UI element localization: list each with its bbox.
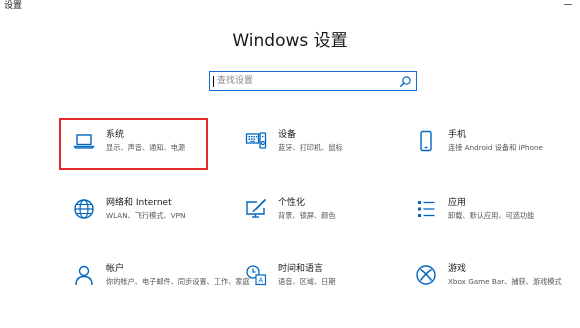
globe-icon xyxy=(74,199,94,219)
tile-title: 个性化 xyxy=(278,198,306,208)
person-icon xyxy=(75,265,93,286)
tile-gaming[interactable]: 游戏 Xbox Game Bar、捕获、游戏模式 xyxy=(403,254,562,302)
text-caret xyxy=(213,76,214,87)
tile-description: 语音、区域、日期 xyxy=(278,277,336,286)
search-box[interactable] xyxy=(209,71,417,91)
tile-title: 游戏 xyxy=(448,264,467,274)
tile-title: 应用 xyxy=(448,198,467,208)
clock-language-icon: A xyxy=(246,265,267,286)
tile-time-language[interactable]: A 时间和语言 语音、区域、日期 xyxy=(233,254,378,302)
laptop-icon xyxy=(73,134,95,149)
app-list-icon xyxy=(418,201,435,217)
tile-title: 系统 xyxy=(106,130,125,140)
tile-phone[interactable]: 手机 连接 Android 设备和 iPhone xyxy=(403,120,548,168)
title-bar: 设置 xyxy=(0,0,580,14)
tile-description: 你的帐户、电子邮件、同步设置、工作、家庭 xyxy=(106,277,250,286)
xbox-icon xyxy=(416,265,436,285)
tile-title: 网络和 Internet xyxy=(106,198,172,208)
paint-monitor-icon xyxy=(246,199,266,218)
tile-title: 设备 xyxy=(278,130,297,140)
window-title: 设置 xyxy=(4,1,23,11)
tile-accounts[interactable]: 帐户 你的帐户、电子邮件、同步设置、工作、家庭 xyxy=(61,254,250,302)
tile-description: 连接 Android 设备和 iPhone xyxy=(448,143,543,152)
tile-title: 手机 xyxy=(448,130,467,140)
tile-system[interactable]: 系统 显示、声音、通知、电源 xyxy=(59,118,208,170)
tile-description: 显示、声音、通知、电源 xyxy=(106,143,186,152)
svg-text:A: A xyxy=(258,277,263,285)
tile-description: WLAN、飞行模式、VPN xyxy=(106,211,186,220)
minimize-button[interactable] xyxy=(556,0,580,14)
tile-description: 蓝牙、打印机、鼠标 xyxy=(278,143,343,152)
tile-apps[interactable]: 应用 卸载、默认应用、可选功能 xyxy=(403,188,548,236)
tile-title: 时间和语言 xyxy=(278,264,324,274)
search-icon[interactable] xyxy=(399,75,412,88)
phone-icon xyxy=(420,130,432,152)
tile-description: 卸载、默认应用、可选功能 xyxy=(448,211,535,220)
search-input[interactable] xyxy=(217,73,387,89)
keyboard-speaker-icon xyxy=(245,132,267,149)
tile-devices[interactable]: 设备 蓝牙、打印机、鼠标 xyxy=(233,120,378,168)
tile-description: Xbox Game Bar、捕获、游戏模式 xyxy=(448,277,562,286)
tile-description: 背景、锁屏、颜色 xyxy=(278,211,336,220)
page-title: Windows 设置 xyxy=(232,31,348,51)
tile-network[interactable]: 网络和 Internet WLAN、飞行模式、VPN xyxy=(61,188,206,236)
tile-title: 帐户 xyxy=(106,264,125,274)
tile-personalization[interactable]: 个性化 背景、锁屏、颜色 xyxy=(233,188,378,236)
